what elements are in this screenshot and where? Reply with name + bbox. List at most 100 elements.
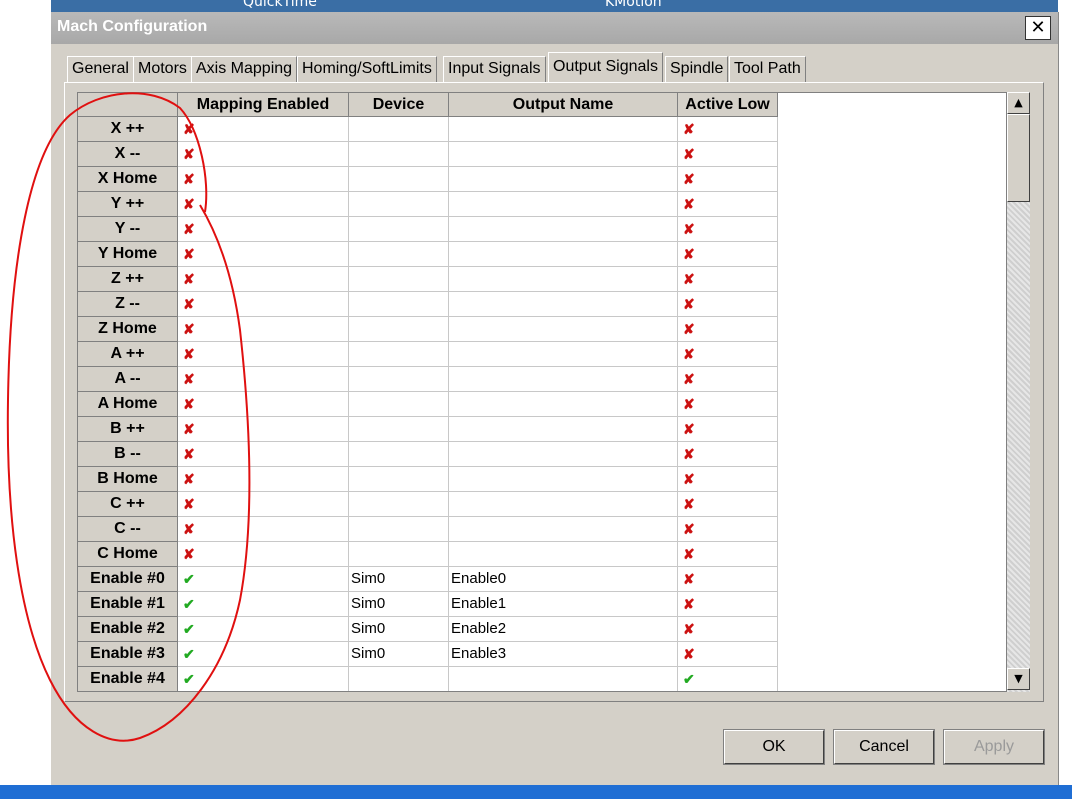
device-cell[interactable] [349,342,449,367]
table-row[interactable]: Z Home ✘ ✘ [78,317,778,342]
table-row[interactable]: Enable #0 ✔ Sim0 Enable0 ✘ [78,567,778,592]
device-cell[interactable] [349,217,449,242]
mapping-enabled-cell[interactable]: ✘ [178,117,349,142]
column-header-output-name[interactable]: Output Name [449,93,678,117]
table-row[interactable]: X -- ✘ ✘ [78,142,778,167]
output-name-cell[interactable] [449,442,678,467]
device-cell[interactable] [349,517,449,542]
device-cell[interactable] [349,317,449,342]
dialog-titlebar[interactable]: Mach Configuration ✕ [51,12,1058,44]
table-row[interactable]: Y Home ✘ ✘ [78,242,778,267]
active-low-cell[interactable]: ✘ [678,517,778,542]
column-header-mapping-enabled[interactable]: Mapping Enabled [178,93,349,117]
output-name-cell[interactable] [449,542,678,567]
column-header-device[interactable]: Device [349,93,449,117]
mapping-enabled-cell[interactable]: ✘ [178,242,349,267]
device-cell[interactable] [349,392,449,417]
output-name-cell[interactable]: Enable0 [449,567,678,592]
active-low-cell[interactable]: ✘ [678,142,778,167]
mapping-enabled-cell[interactable]: ✘ [178,392,349,417]
close-button[interactable]: ✕ [1025,16,1051,40]
tab-homing-softlimits[interactable]: Homing/SoftLimits [297,56,437,82]
tab-input-signals[interactable]: Input Signals [443,56,546,82]
tab-motors[interactable]: Motors [133,56,192,82]
device-cell[interactable] [349,542,449,567]
cancel-button[interactable]: Cancel [833,729,935,765]
tab-output-signals[interactable]: Output Signals [548,52,663,82]
output-name-cell[interactable] [449,342,678,367]
mapping-enabled-cell[interactable]: ✘ [178,467,349,492]
table-row[interactable]: Enable #3 ✔ Sim0 Enable3 ✘ [78,642,778,667]
active-low-cell[interactable]: ✘ [678,217,778,242]
output-name-cell[interactable] [449,292,678,317]
active-low-cell[interactable]: ✘ [678,192,778,217]
mapping-enabled-cell[interactable]: ✘ [178,317,349,342]
output-name-cell[interactable] [449,667,678,691]
device-cell[interactable] [349,167,449,192]
table-row[interactable]: Enable #4 ✔ ✔ [78,667,778,691]
table-row[interactable]: X ++ ✘ ✘ [78,117,778,142]
mapping-enabled-cell[interactable]: ✘ [178,142,349,167]
active-low-cell[interactable]: ✘ [678,592,778,617]
device-cell[interactable] [349,667,449,691]
output-name-cell[interactable] [449,192,678,217]
device-cell[interactable] [349,417,449,442]
output-name-cell[interactable] [449,242,678,267]
table-row[interactable]: Y -- ✘ ✘ [78,217,778,242]
table-row[interactable]: X Home ✘ ✘ [78,167,778,192]
mapping-enabled-cell[interactable]: ✔ [178,567,349,592]
mapping-enabled-cell[interactable]: ✔ [178,667,349,691]
mapping-enabled-cell[interactable]: ✘ [178,267,349,292]
ok-button[interactable]: OK [723,729,825,765]
table-row[interactable]: C Home ✘ ✘ [78,542,778,567]
active-low-cell[interactable]: ✘ [678,342,778,367]
tab-general[interactable]: General [67,56,134,82]
mapping-enabled-cell[interactable]: ✔ [178,592,349,617]
active-low-cell[interactable]: ✘ [678,442,778,467]
output-name-cell[interactable]: Enable1 [449,592,678,617]
table-row[interactable]: Enable #1 ✔ Sim0 Enable1 ✘ [78,592,778,617]
device-cell[interactable] [349,467,449,492]
output-name-cell[interactable] [449,492,678,517]
active-low-cell[interactable]: ✘ [678,267,778,292]
active-low-cell[interactable]: ✘ [678,467,778,492]
table-row[interactable]: B ++ ✘ ✘ [78,417,778,442]
active-low-cell[interactable]: ✘ [678,567,778,592]
table-row[interactable]: A Home ✘ ✘ [78,392,778,417]
mapping-enabled-cell[interactable]: ✘ [178,292,349,317]
mapping-enabled-cell[interactable]: ✘ [178,167,349,192]
active-low-cell[interactable]: ✘ [678,492,778,517]
scroll-down-button[interactable]: ▼ [1007,668,1030,690]
table-row[interactable]: B Home ✘ ✘ [78,467,778,492]
device-cell[interactable]: Sim0 [349,567,449,592]
table-row[interactable]: C -- ✘ ✘ [78,517,778,542]
table-row[interactable]: Z ++ ✘ ✘ [78,267,778,292]
active-low-cell[interactable]: ✘ [678,317,778,342]
active-low-cell[interactable]: ✘ [678,542,778,567]
output-name-cell[interactable] [449,142,678,167]
active-low-cell[interactable]: ✘ [678,392,778,417]
device-cell[interactable] [349,267,449,292]
output-name-cell[interactable] [449,417,678,442]
tab-axis-mapping[interactable]: Axis Mapping [191,56,298,82]
mapping-enabled-cell[interactable]: ✘ [178,542,349,567]
active-low-cell[interactable]: ✘ [678,417,778,442]
device-cell[interactable] [349,292,449,317]
apply-button[interactable]: Apply [943,729,1045,765]
device-cell[interactable] [349,442,449,467]
mapping-enabled-cell[interactable]: ✘ [178,417,349,442]
mapping-enabled-cell[interactable]: ✘ [178,342,349,367]
active-low-cell[interactable]: ✘ [678,367,778,392]
table-row[interactable]: Enable #2 ✔ Sim0 Enable2 ✘ [78,617,778,642]
active-low-cell[interactable]: ✘ [678,242,778,267]
column-header-active-low[interactable]: Active Low [678,93,778,117]
device-cell[interactable] [349,242,449,267]
output-name-cell[interactable] [449,517,678,542]
output-name-cell[interactable] [449,317,678,342]
active-low-cell[interactable]: ✘ [678,117,778,142]
output-name-cell[interactable] [449,367,678,392]
device-cell[interactable] [349,367,449,392]
active-low-cell[interactable]: ✘ [678,167,778,192]
mapping-enabled-cell[interactable]: ✘ [178,217,349,242]
tab-tool-path[interactable]: Tool Path [729,56,806,82]
